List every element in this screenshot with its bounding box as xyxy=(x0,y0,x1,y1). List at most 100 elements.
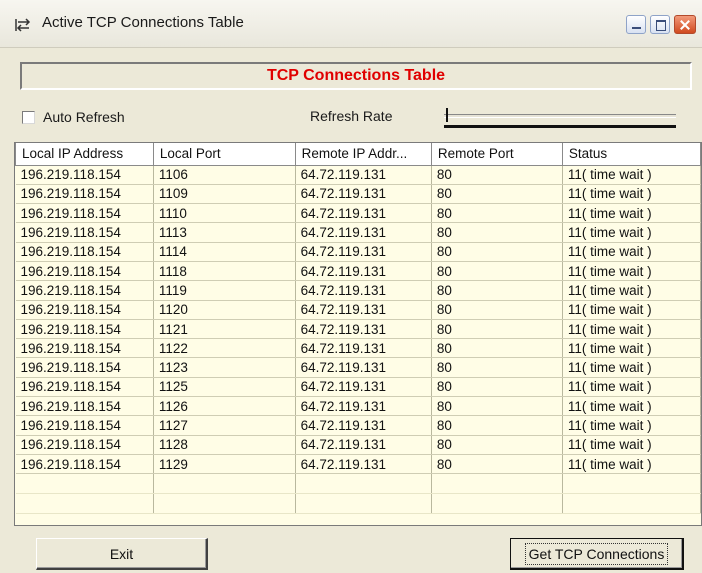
table-row[interactable]: 196.219.118.154 1122 64.72.119.131 80 11( ti… xyxy=(15,338,701,359)
table-cell: 196.219.118.154 xyxy=(15,184,154,205)
slider-track[interactable] xyxy=(444,114,676,118)
minimize-button[interactable] xyxy=(626,15,646,34)
table-cell: 11( time wait ) xyxy=(561,357,701,378)
table-cell: 64.72.119.131 xyxy=(294,454,432,475)
table-cell: 64.72.119.131 xyxy=(294,184,432,205)
column-header-status[interactable]: Status xyxy=(561,143,701,166)
table-cell: 1110 xyxy=(152,203,296,224)
table-cell: 196.219.118.154 xyxy=(15,377,154,398)
table-cell: 11( time wait ) xyxy=(561,222,701,243)
table-cell: 1127 xyxy=(152,415,296,436)
table-cell: 64.72.119.131 xyxy=(294,300,432,320)
column-header-remote-ip[interactable]: Remote IP Addr... xyxy=(294,143,432,166)
table-cell: 80 xyxy=(430,338,563,359)
table-cell: 196.219.118.154 xyxy=(15,454,154,475)
checkbox-box[interactable] xyxy=(22,110,35,124)
table-cell: 1106 xyxy=(152,165,296,185)
table-cell: 64.72.119.131 xyxy=(294,222,432,243)
table-row[interactable]: 196.219.118.154 1113 64.72.119.131 80 11( ti… xyxy=(15,222,701,243)
table-cell: 64.72.119.131 xyxy=(294,357,432,378)
auto-refresh-checkbox[interactable]: Auto Refresh xyxy=(22,109,125,125)
table-cell: 1120 xyxy=(152,300,296,320)
table-cell: 196.219.118.154 xyxy=(15,222,154,243)
empty-cell xyxy=(15,493,154,515)
table-row[interactable]: 196.219.118.154 1121 64.72.119.131 80 11( ti… xyxy=(15,319,701,340)
table-cell: 196.219.118.154 xyxy=(15,242,154,262)
table-row[interactable]: 196.219.118.154 1118 64.72.119.131 80 11( ti… xyxy=(15,261,701,282)
maximize-button[interactable] xyxy=(650,15,670,34)
table-row[interactable]: 196.219.118.154 1128 64.72.119.131 80 11( ti… xyxy=(15,435,701,455)
column-header-local-ip[interactable]: Local IP Address xyxy=(15,143,154,166)
table-cell: 80 xyxy=(430,222,563,243)
table-row[interactable]: 196.219.118.154 1126 64.72.119.131 80 11( ti… xyxy=(15,396,701,417)
table-cell: 11( time wait ) xyxy=(561,261,701,282)
table-cell: 1119 xyxy=(152,280,296,301)
table-cell: 11( time wait ) xyxy=(561,242,701,262)
table-cell: 80 xyxy=(430,203,563,224)
empty-cell xyxy=(15,473,154,495)
table-cell: 11( time wait ) xyxy=(561,280,701,301)
table-cell: 64.72.119.131 xyxy=(294,319,432,340)
empty-cell xyxy=(561,493,701,515)
window-title: Active TCP Connections Table xyxy=(42,14,244,31)
table-cell: 1113 xyxy=(152,222,296,243)
table-cell: 1121 xyxy=(152,319,296,340)
table-cell: 1125 xyxy=(152,377,296,398)
empty-row xyxy=(15,493,701,515)
refresh-rate-slider[interactable] xyxy=(444,108,680,132)
exit-button-label: Exit xyxy=(109,545,134,562)
table-cell: 80 xyxy=(430,184,563,205)
auto-refresh-label: Auto Refresh xyxy=(43,109,125,125)
table-cell: 1122 xyxy=(152,338,296,359)
exit-button[interactable]: Exit xyxy=(36,538,208,570)
table-cell: 196.219.118.154 xyxy=(15,319,154,340)
table-row[interactable]: 196.219.118.154 1129 64.72.119.131 80 11( ti… xyxy=(15,454,701,475)
table-row[interactable]: 196.219.118.154 1106 64.72.119.131 80 11( ti… xyxy=(15,165,701,185)
connections-grid: Local IP Address Local Port Remote IP Ad… xyxy=(15,143,701,515)
table-header-row: Local IP Address Local Port Remote IP Ad… xyxy=(15,143,701,166)
table-cell: 80 xyxy=(430,300,563,320)
empty-cell xyxy=(294,493,432,515)
table-cell: 11( time wait ) xyxy=(561,338,701,359)
table-cell: 11( time wait ) xyxy=(561,415,701,436)
table-row[interactable]: 196.219.118.154 1109 64.72.119.131 80 11( ti… xyxy=(15,184,701,205)
empty-cell xyxy=(152,473,296,495)
close-button[interactable] xyxy=(674,15,696,34)
app-window: Active TCP Connections Table TCP Connect… xyxy=(0,0,702,573)
table-row[interactable]: 196.219.118.154 1123 64.72.119.131 80 11( ti… xyxy=(15,357,701,378)
table-cell: 196.219.118.154 xyxy=(15,261,154,282)
page-title: TCP Connections Table xyxy=(266,67,446,84)
table-cell: 1128 xyxy=(152,435,296,455)
table-cell: 196.219.118.154 xyxy=(15,415,154,436)
header-panel: TCP Connections Table xyxy=(20,62,692,90)
table-row[interactable]: 196.219.118.154 1120 64.72.119.131 80 11( ti… xyxy=(15,300,701,320)
table-cell: 11( time wait ) xyxy=(561,300,701,320)
table-cell: 11( time wait ) xyxy=(561,319,701,340)
table-cell: 196.219.118.154 xyxy=(15,435,154,455)
table-cell: 196.219.118.154 xyxy=(15,165,154,185)
table-cell: 64.72.119.131 xyxy=(294,338,432,359)
table-cell: 80 xyxy=(430,261,563,282)
table-cell: 1123 xyxy=(152,357,296,378)
table-cell: 64.72.119.131 xyxy=(294,203,432,224)
column-header-remote-port[interactable]: Remote Port xyxy=(430,143,563,166)
table-cell: 80 xyxy=(430,415,563,436)
table-row[interactable]: 196.219.118.154 1114 64.72.119.131 80 11( ti… xyxy=(15,242,701,262)
table-cell: 196.219.118.154 xyxy=(15,396,154,417)
table-cell: 80 xyxy=(430,357,563,378)
table-cell: 64.72.119.131 xyxy=(294,415,432,436)
table-cell: 196.219.118.154 xyxy=(15,338,154,359)
empty-row xyxy=(15,473,701,495)
table-cell: 11( time wait ) xyxy=(561,377,701,398)
table-row[interactable]: 196.219.118.154 1127 64.72.119.131 80 11( ti… xyxy=(15,415,701,436)
slider-thumb[interactable] xyxy=(446,108,448,122)
column-header-local-port[interactable]: Local Port xyxy=(152,143,296,166)
table-cell: 196.219.118.154 xyxy=(15,357,154,378)
table-row[interactable]: 196.219.118.154 1119 64.72.119.131 80 11( ti… xyxy=(15,280,701,301)
connections-table: Local IP Address Local Port Remote IP Ad… xyxy=(14,142,702,526)
table-row[interactable]: 196.219.118.154 1125 64.72.119.131 80 11( ti… xyxy=(15,377,701,398)
table-cell: 11( time wait ) xyxy=(561,203,701,224)
get-tcp-connections-button[interactable]: Get TCP Connections xyxy=(510,538,684,570)
table-cell: 196.219.118.154 xyxy=(15,203,154,224)
table-row[interactable]: 196.219.118.154 1110 64.72.119.131 80 11( ti… xyxy=(15,203,701,224)
